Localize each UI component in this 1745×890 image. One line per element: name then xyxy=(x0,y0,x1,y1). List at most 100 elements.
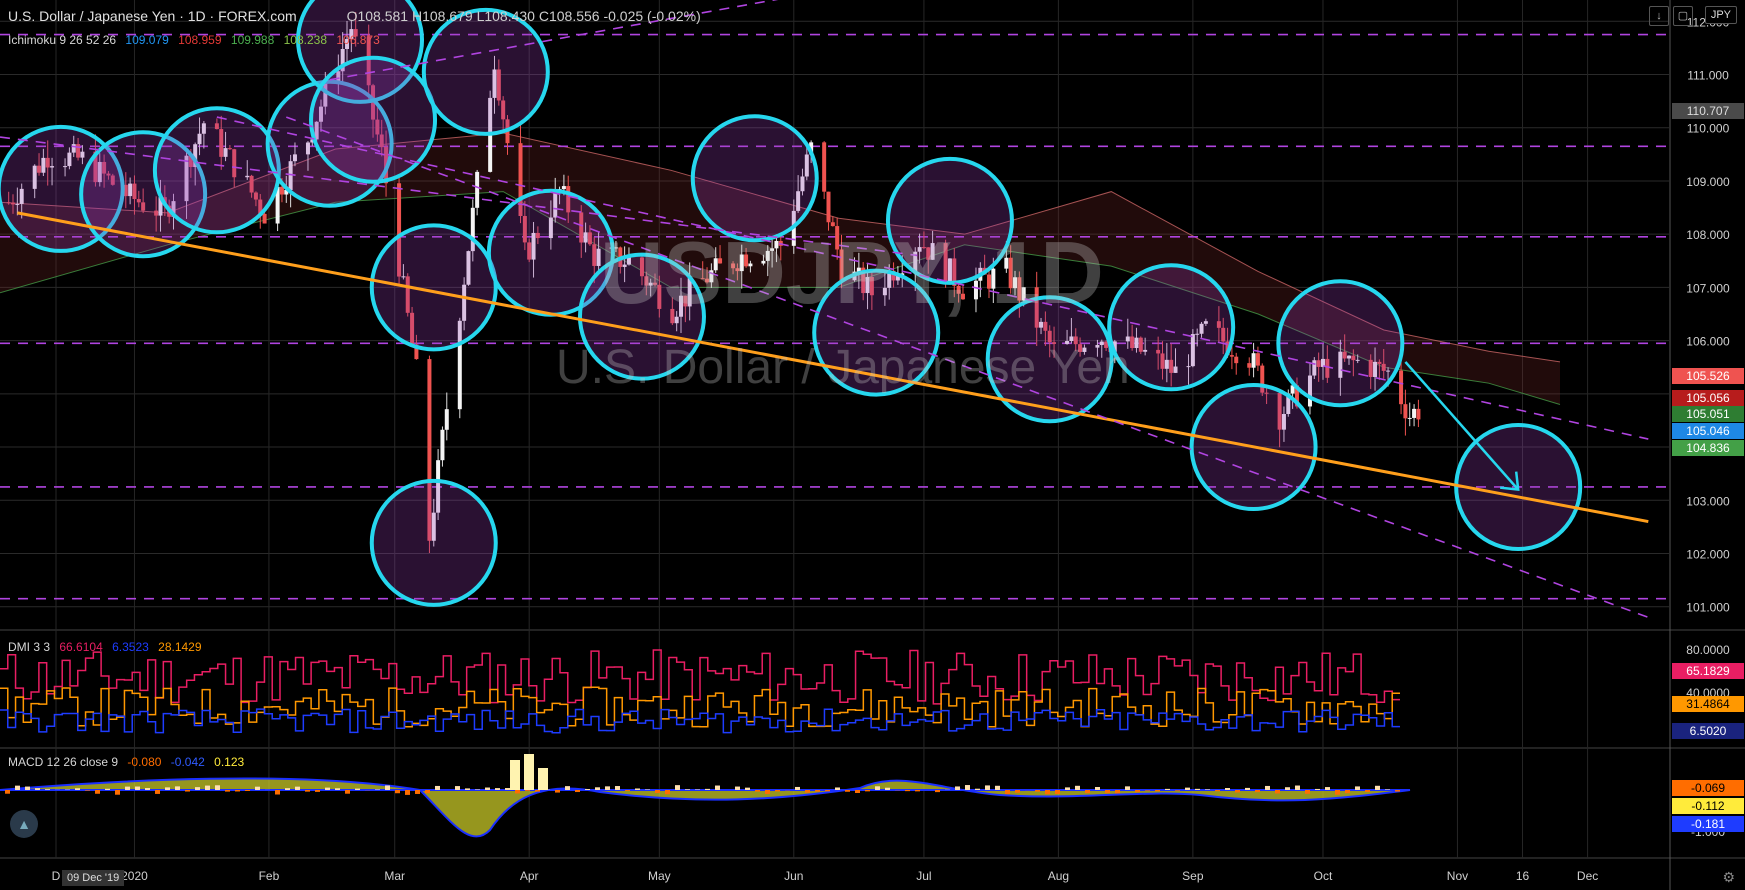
dmi-legend[interactable]: DMI 3 3 66.6104 6.3523 28.1429 xyxy=(8,640,208,654)
macd-histogram-bar xyxy=(625,790,630,791)
macd-histogram-bar xyxy=(795,786,800,790)
candle-body xyxy=(279,186,284,195)
price-badge-text: 105.526 xyxy=(1686,369,1730,383)
time-tick-label: Aug xyxy=(1048,869,1069,883)
price-tick-label: 101.000 xyxy=(1686,601,1730,615)
annotation-circle xyxy=(421,7,550,136)
candle-body xyxy=(1234,356,1239,364)
macd-histogram-bar xyxy=(325,787,330,790)
chart-tools-icon[interactable]: ▲ xyxy=(10,810,38,838)
dmi-badge-text: 65.1829 xyxy=(1686,664,1730,678)
time-tick-label: Apr xyxy=(520,869,539,883)
macd-histogram-bar xyxy=(1185,787,1190,790)
dmi-value: 66.6104 xyxy=(59,640,103,654)
macd-histogram-bar xyxy=(105,788,110,790)
candle-body xyxy=(440,429,445,461)
macd-histogram-bar xyxy=(1215,790,1220,792)
macd-histogram-bar xyxy=(1355,786,1360,790)
macd-histogram-bar xyxy=(735,786,740,790)
macd-histogram-bar xyxy=(215,785,220,790)
ichimoku-value: 106.873 xyxy=(336,33,380,47)
macd-histogram-bar xyxy=(975,788,980,790)
macd-value: -0.042 xyxy=(170,755,205,769)
price-badge-text: 105.046 xyxy=(1686,424,1730,438)
macd-histogram-bar xyxy=(175,786,180,790)
macd-histogram-bar xyxy=(615,786,620,790)
macd-histogram-bar xyxy=(145,788,150,790)
macd-histogram-bar xyxy=(405,790,410,795)
price-badge-text: 105.056 xyxy=(1686,391,1730,405)
macd-histogram-bar xyxy=(955,786,960,790)
annotation-circle xyxy=(369,478,498,607)
macd-histogram-bar xyxy=(1265,785,1270,790)
macd-histogram-bar xyxy=(524,754,534,790)
candle-body xyxy=(1251,353,1256,368)
macd-histogram-bar xyxy=(1195,788,1200,790)
macd-histogram-bar xyxy=(535,790,540,792)
macd-histogram-bar xyxy=(185,790,190,792)
time-tick-label: Mar xyxy=(384,869,405,883)
ichimoku-legend[interactable]: Ichimoku 9 26 52 26 109.079 108.959 109.… xyxy=(8,33,386,47)
currency-pill[interactable]: JPY xyxy=(1704,6,1737,24)
candle-body xyxy=(822,142,827,192)
macd-histogram-bar xyxy=(1255,790,1260,793)
macd-histogram-bar xyxy=(705,788,710,790)
symbol-title[interactable]: U.S. Dollar / Japanese Yen · 1D · FOREX.… xyxy=(8,8,297,24)
chart-canvas[interactable]: 112.000111.000110.000109.000108.000107.0… xyxy=(0,0,1745,890)
gear-icon[interactable]: ⚙ xyxy=(1722,869,1735,886)
dmi-badge-text: 6.5020 xyxy=(1690,724,1727,738)
macd-histogram-bar xyxy=(385,785,390,790)
macd-histogram-bar xyxy=(1075,785,1080,790)
macd-histogram-bar xyxy=(505,788,510,790)
price-badge-text: 110.707 xyxy=(1687,104,1730,118)
annotation-circle xyxy=(1276,279,1405,408)
chart-header: U.S. Dollar / Japanese Yen · 1D · FOREX.… xyxy=(8,8,707,24)
macd-histogram-bar xyxy=(1375,785,1380,790)
macd-histogram-bar xyxy=(1155,790,1160,792)
macd-histogram-bar xyxy=(1115,790,1120,794)
macd-histogram-bar xyxy=(865,790,870,792)
macd-histogram-bar xyxy=(1055,790,1060,794)
macd-histogram-bar xyxy=(425,790,430,794)
macd-histogram-bar xyxy=(135,786,140,790)
macd-histogram-bar xyxy=(655,790,660,794)
macd-histogram-bar xyxy=(605,786,610,790)
macd-histogram-bar xyxy=(235,790,240,792)
ichimoku-value: 109.988 xyxy=(230,33,275,47)
macd-histogram-bar xyxy=(665,790,670,795)
macd-badge-text: -0.069 xyxy=(1691,781,1725,795)
price-tick-label: 108.000 xyxy=(1686,228,1730,242)
macd-histogram-bar xyxy=(1005,790,1010,795)
macd-histogram-bar xyxy=(1335,790,1340,795)
crosshair-date: 09 Dec '19 xyxy=(62,870,125,886)
macd-histogram-bar xyxy=(245,790,250,791)
price-tick-label: 110.000 xyxy=(1687,122,1730,136)
candle-body xyxy=(444,409,449,430)
download-icon[interactable]: ↓ xyxy=(1649,6,1669,26)
time-tick-label: Dec xyxy=(1577,869,1598,883)
macd-histogram-bar xyxy=(1065,787,1070,790)
macd-histogram-bar xyxy=(855,790,860,793)
macd-legend[interactable]: MACD 12 26 close 9 -0.080 -0.042 0.123 xyxy=(8,755,250,769)
macd-histogram-bar xyxy=(695,789,700,790)
macd-histogram-bar xyxy=(75,788,80,790)
macd-label: MACD 12 26 close 9 xyxy=(8,755,119,769)
fullscreen-icon[interactable]: ▢ xyxy=(1673,6,1693,26)
time-tick-label: D xyxy=(52,869,61,883)
macd-histogram-bar xyxy=(585,789,590,790)
macd-histogram-bar xyxy=(555,790,560,793)
macd-histogram-bar xyxy=(1145,790,1150,791)
macd-histogram-bar xyxy=(825,790,830,792)
macd-histogram-bar xyxy=(805,790,810,793)
macd-histogram-bar xyxy=(875,786,880,790)
macd-histogram-bar xyxy=(1205,789,1210,790)
macd-histogram-bar xyxy=(1295,785,1300,790)
macd-histogram-bar xyxy=(495,788,500,790)
macd-histogram-bar xyxy=(485,787,490,790)
macd-histogram-bar xyxy=(1285,787,1290,790)
macd-histogram-bar xyxy=(538,768,548,790)
macd-histogram-bar xyxy=(95,790,100,794)
macd-histogram-bar xyxy=(165,787,170,790)
time-tick-label: Oct xyxy=(1314,869,1333,883)
macd-histogram-bar xyxy=(1105,790,1110,794)
